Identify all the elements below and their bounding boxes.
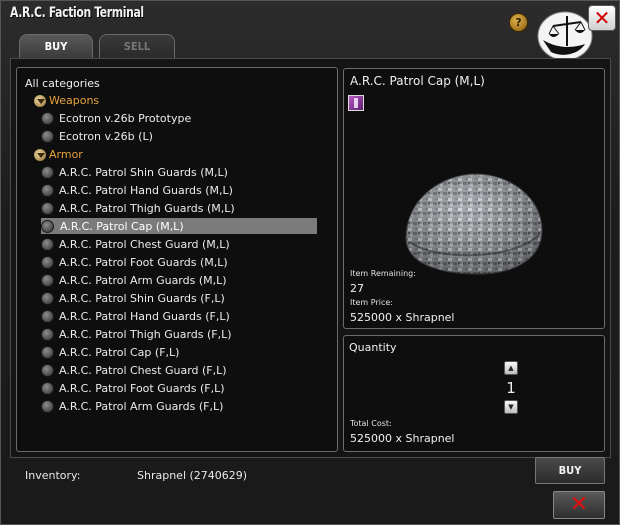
list-item-label: A.R.C. Patrol Shin Guards (M,L)	[59, 165, 228, 179]
quantity-increment-button[interactable]: ▲	[504, 361, 518, 375]
buy-button[interactable]: BUY	[535, 457, 605, 484]
list-item-label: A.R.C. Patrol Cap (M,L)	[60, 219, 184, 233]
list-bullet-icon	[41, 165, 54, 179]
item-remaining-label: Item Remaining:	[350, 269, 416, 278]
list-item-label: Ecotron v.26b Prototype	[59, 111, 192, 125]
list-item[interactable]: Ecotron v.26b (L)	[41, 128, 317, 144]
list-bullet-icon	[41, 345, 54, 359]
list-item[interactable]: A.R.C. Patrol Shin Guards (M,L)	[41, 164, 317, 180]
list-item-label: A.R.C. Patrol Cap (F,L)	[59, 345, 180, 359]
list-bullet-icon	[41, 237, 54, 251]
quantity-value[interactable]: 1	[504, 379, 518, 397]
list-bullet-icon	[41, 291, 54, 305]
chevron-up-icon: ▲	[508, 363, 514, 372]
list-item-label: A.R.C. Patrol Thigh Guards (M,L)	[59, 201, 235, 215]
total-cost-label: Total Cost:	[350, 419, 392, 428]
list-bullet-icon	[41, 327, 54, 341]
inventory-label: Inventory:	[25, 469, 81, 482]
list-item-label: A.R.C. Patrol Shin Guards (F,L)	[59, 291, 225, 305]
close-icon: ✕	[569, 492, 589, 517]
tab-buy[interactable]: BUY	[19, 34, 93, 58]
list-bullet-icon	[41, 273, 54, 287]
list-bullet-icon	[41, 111, 54, 125]
list-bullet-icon	[41, 309, 54, 323]
list-item[interactable]: A.R.C. Patrol Chest Guard (F,L)	[41, 362, 317, 378]
item-preview-cap-image	[405, 173, 543, 275]
list-bullet-icon	[41, 255, 54, 269]
list-bullet-icon	[41, 381, 54, 395]
total-cost-value: 525000 x Shrapnel	[350, 432, 455, 445]
list-item[interactable]: A.R.C. Patrol Hand Guards (M,L)	[41, 182, 317, 198]
list-item-label: Ecotron v.26b (L)	[59, 129, 153, 143]
list-item-selected[interactable]: A.R.C. Patrol Cap (M,L)	[41, 218, 317, 234]
category-label: Weapons	[49, 94, 100, 107]
list-item-label: A.R.C. Patrol Foot Guards (F,L)	[59, 381, 225, 395]
list-bullet-icon	[41, 219, 54, 233]
category-expand-icon[interactable]	[34, 148, 46, 161]
list-root-all-categories[interactable]: All categories	[25, 77, 100, 90]
list-bullet-icon	[41, 363, 54, 377]
list-item[interactable]: A.R.C. Patrol Foot Guards (F,L)	[41, 380, 317, 396]
list-item-label: A.R.C. Patrol Hand Guards (M,L)	[59, 183, 233, 197]
list-bullet-icon	[41, 129, 54, 143]
quantity-title: Quantity	[349, 341, 397, 354]
list-item[interactable]: A.R.C. Patrol Thigh Guards (M,L)	[41, 200, 317, 216]
category-label: Armor	[49, 148, 83, 161]
quantity-decrement-button[interactable]: ▼	[504, 400, 518, 414]
item-price-value: 525000 x Shrapnel	[350, 311, 455, 324]
category-weapons[interactable]: Weapons	[34, 94, 99, 107]
list-bullet-icon	[41, 183, 54, 197]
chevron-down-icon: ▼	[508, 402, 514, 411]
list-bullet-icon	[41, 399, 54, 413]
list-item-label: A.R.C. Patrol Arm Guards (M,L)	[59, 273, 227, 287]
list-item-label: A.R.C. Patrol Foot Guards (M,L)	[59, 255, 228, 269]
inventory-value: Shrapnel (2740629)	[137, 469, 248, 482]
item-price-label: Item Price:	[350, 298, 393, 307]
list-item[interactable]: A.R.C. Patrol Foot Guards (M,L)	[41, 254, 317, 270]
help-glyph: ?	[515, 16, 522, 29]
close-window-button[interactable]: ✕	[588, 5, 616, 31]
close-terminal-button[interactable]: ✕	[553, 491, 605, 519]
item-thumbnail-icon	[348, 95, 364, 111]
list-item[interactable]: Ecotron v.26b Prototype	[41, 110, 317, 126]
window-title: A.R.C. Faction Terminal	[10, 5, 144, 21]
list-item-label: A.R.C. Patrol Chest Guard (M,L)	[59, 237, 230, 251]
list-bullet-icon	[41, 201, 54, 215]
list-item[interactable]: A.R.C. Patrol Chest Guard (M,L)	[41, 236, 317, 252]
tab-sell[interactable]: SELL	[99, 34, 175, 58]
close-icon: ✕	[593, 6, 611, 30]
list-item-label: A.R.C. Patrol Arm Guards (F,L)	[59, 399, 224, 413]
list-item[interactable]: A.R.C. Patrol Arm Guards (F,L)	[41, 398, 317, 414]
list-item-label: A.R.C. Patrol Chest Guard (F,L)	[59, 363, 227, 377]
list-item[interactable]: A.R.C. Patrol Thigh Guards (F,L)	[41, 326, 317, 342]
list-item-label: A.R.C. Patrol Hand Guards (F,L)	[59, 309, 230, 323]
item-remaining-value: 27	[350, 282, 364, 295]
list-item-label: A.R.C. Patrol Thigh Guards (F,L)	[59, 327, 232, 341]
category-expand-icon[interactable]	[34, 94, 46, 107]
list-item[interactable]: A.R.C. Patrol Shin Guards (F,L)	[41, 290, 317, 306]
list-item[interactable]: A.R.C. Patrol Hand Guards (F,L)	[41, 308, 317, 324]
category-armor[interactable]: Armor	[34, 148, 83, 161]
list-item[interactable]: A.R.C. Patrol Arm Guards (M,L)	[41, 272, 317, 288]
item-name: A.R.C. Patrol Cap (M,L)	[350, 74, 485, 88]
help-icon[interactable]: ?	[509, 13, 528, 32]
list-item[interactable]: A.R.C. Patrol Cap (F,L)	[41, 344, 317, 360]
